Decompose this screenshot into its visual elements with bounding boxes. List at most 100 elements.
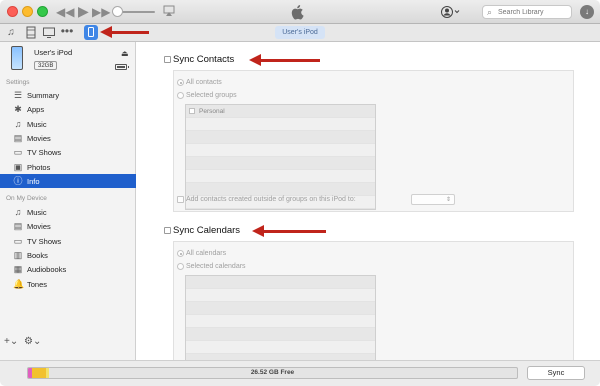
annotation-arrow — [249, 54, 320, 66]
info-icon: ⓘ — [13, 175, 23, 186]
list-item[interactable] — [186, 276, 375, 289]
sync-button[interactable]: Sync — [527, 366, 585, 380]
sidebar-item-tones[interactable]: 🔔 Tones — [0, 277, 136, 291]
list-item[interactable] — [186, 170, 375, 183]
maximize-window-button[interactable] — [37, 6, 48, 17]
sidebar-item-label: Photos — [27, 162, 51, 172]
movies-icon: ▤ — [13, 132, 23, 143]
all-calendars-radio[interactable] — [177, 250, 184, 257]
add-playlist-button[interactable]: +⌄ — [4, 336, 18, 347]
info-pane: Sync Contacts All contacts Selected grou… — [137, 42, 600, 381]
sidebar-item-books[interactable]: ▥ Books — [0, 248, 136, 262]
list-item[interactable] — [186, 157, 375, 170]
device-tab[interactable]: User's iPod — [275, 26, 325, 39]
list-item[interactable] — [186, 183, 375, 196]
sidebar-item-music[interactable]: ♫ Music — [0, 117, 136, 131]
search-field[interactable]: ⌕ — [482, 5, 572, 19]
tv-shows-icon: ▭ — [13, 235, 23, 246]
sidebar-item-label: TV Shows — [27, 236, 62, 246]
selected-calendars-radio[interactable] — [177, 263, 184, 270]
selected-calendars-label: Selected calendars — [186, 263, 246, 270]
sync-calendars-title: Sync Calendars — [173, 225, 241, 236]
list-item[interactable] — [186, 118, 375, 131]
sidebar-item-tv-shows[interactable]: ▭ TV Shows — [0, 145, 136, 159]
sidebar-item-audiobooks[interactable]: ▦ Audiobooks — [0, 262, 136, 276]
groups-list: Personal — [185, 104, 376, 210]
sidebar-item-movies[interactable]: ▤ Movies — [0, 131, 136, 145]
device-card[interactable]: User's iPod 32GB ⏏ — [0, 42, 136, 76]
downloads-button[interactable]: ↓ — [580, 5, 594, 19]
sidebar-item-label: Summary — [27, 91, 60, 100]
sidebar-item-label: Info — [27, 176, 40, 186]
calendars-panel: All calendars Selected calendars — [173, 241, 574, 381]
media-toolbar: ♫ ••• User's iPod — [0, 24, 600, 42]
device-button[interactable] — [84, 25, 98, 40]
selected-groups-radio[interactable] — [177, 92, 184, 99]
sidebar-item-label: Music — [27, 208, 47, 217]
eject-icon[interactable]: ⏏ — [121, 49, 129, 58]
sidebar-item-movies[interactable]: ▤ Movies — [0, 219, 136, 233]
battery-icon — [115, 64, 129, 70]
tv-icon[interactable] — [42, 26, 56, 39]
apple-logo-icon — [291, 5, 304, 20]
sidebar-item-music[interactable]: ♫ Music — [0, 205, 136, 219]
gear-icon[interactable]: ⚙⌄ — [24, 336, 41, 347]
contacts-group-select[interactable]: ⇕ — [411, 194, 455, 205]
list-item[interactable] — [186, 341, 375, 354]
add-contacts-checkbox[interactable] — [177, 196, 184, 203]
sidebar-item-info[interactable]: ⓘ Info — [0, 173, 136, 188]
music-icon: ♫ — [14, 207, 22, 217]
audiobooks-icon: ▦ — [13, 264, 23, 275]
list-item[interactable]: Personal — [186, 105, 375, 118]
sidebar-footer: +⌄ ⚙⌄ — [0, 330, 136, 360]
list-item[interactable] — [186, 289, 375, 302]
itunes-window: ◀◀ ▶ ▶▶ ⌕ ↓ ♫ — [0, 0, 600, 386]
volume-slider[interactable] — [119, 11, 155, 13]
device-name: User's iPod — [34, 48, 73, 57]
photos-icon: ▣ — [13, 161, 23, 172]
sidebar-item-label: Books — [27, 250, 48, 260]
sync-contacts-title: Sync Contacts — [173, 54, 235, 65]
more-icon[interactable]: ••• — [60, 25, 74, 39]
add-contacts-label: Add contacts created outside of groups o… — [186, 196, 356, 203]
list-item[interactable] — [186, 328, 375, 341]
sync-calendars-checkbox[interactable] — [164, 227, 171, 234]
sidebar-item-summary[interactable]: ☰ Summary — [0, 88, 136, 102]
list-item[interactable] — [186, 302, 375, 315]
film-icon[interactable] — [24, 26, 38, 39]
stepper-icon: ⇕ — [445, 197, 451, 203]
group-label: Personal — [199, 108, 225, 115]
ipod-thumbnail — [11, 46, 23, 70]
sidebar-item-label: Tones — [27, 279, 48, 289]
annotation-arrow — [252, 225, 326, 237]
airplay-icon[interactable] — [163, 5, 175, 17]
music-icon: ♫ — [14, 118, 22, 129]
list-item[interactable] — [186, 315, 375, 328]
music-note-icon[interactable]: ♫ — [4, 26, 18, 39]
rewind-icon[interactable]: ◀◀ — [56, 4, 74, 20]
search-input[interactable] — [498, 7, 568, 18]
sidebar-item-photos[interactable]: ▣ Photos — [0, 160, 136, 174]
close-window-button[interactable] — [7, 6, 18, 17]
search-icon: ⌕ — [487, 7, 493, 17]
list-item[interactable] — [186, 131, 375, 144]
summary-icon: ☰ — [13, 90, 23, 100]
list-item[interactable] — [186, 144, 375, 157]
volume-knob[interactable] — [112, 6, 123, 17]
all-contacts-radio[interactable] — [177, 79, 184, 86]
group-checkbox[interactable] — [189, 108, 195, 114]
account-button[interactable] — [440, 5, 464, 19]
play-icon[interactable]: ▶ — [78, 3, 89, 19]
fast-forward-icon[interactable]: ▶▶ — [92, 4, 110, 20]
capacity-bar: 26.52 GB Free — [27, 367, 518, 379]
sidebar-item-apps[interactable]: ✱ Apps — [0, 102, 136, 116]
free-space-label: 26.52 GB Free — [250, 369, 295, 376]
settings-header: Settings — [6, 79, 30, 86]
minimize-window-button[interactable] — [22, 6, 33, 17]
sidebar-item-label: TV Shows — [27, 148, 62, 158]
sync-contacts-checkbox[interactable] — [164, 56, 171, 63]
books-icon: ▥ — [13, 249, 23, 260]
sidebar-item-tv-shows[interactable]: ▭ TV Shows — [0, 234, 136, 248]
movies-icon: ▤ — [13, 221, 23, 232]
annotation-arrow — [100, 26, 149, 38]
